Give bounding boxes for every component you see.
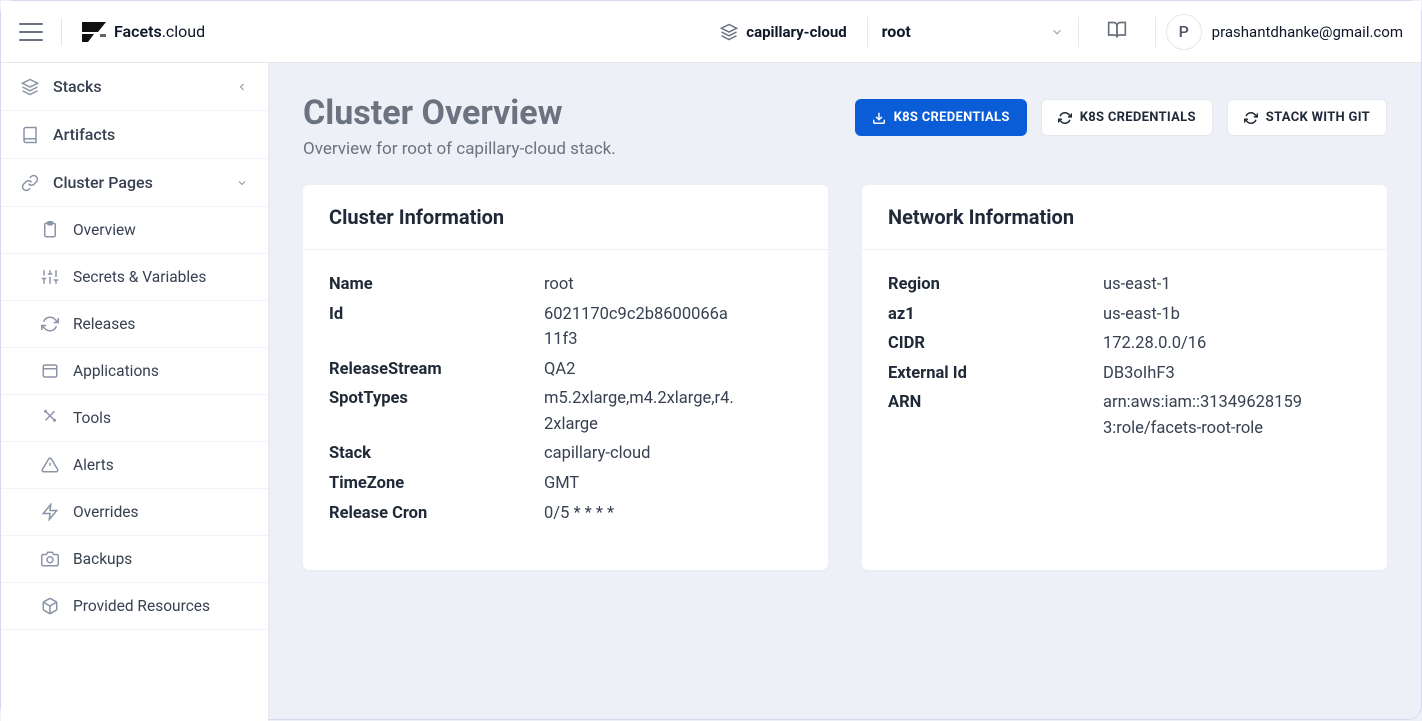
divider bbox=[1155, 17, 1156, 47]
k8s-credentials-refresh-button[interactable]: K8S CREDENTIALS bbox=[1041, 99, 1213, 136]
sidebar-item-releases[interactable]: Releases bbox=[1, 301, 268, 348]
sidebar-cluster-pages[interactable]: Cluster Pages bbox=[1, 159, 268, 207]
stack-with-git-button[interactable]: STACK WITH GIT bbox=[1227, 99, 1387, 136]
sidebar: Stacks Artifacts Cluster Pages Overview … bbox=[1, 63, 269, 721]
box-icon bbox=[41, 597, 59, 615]
button-label: K8S CREDENTIALS bbox=[1080, 110, 1196, 125]
logo-text-suffix: .cloud bbox=[162, 22, 205, 41]
sidebar-item-label: Overview bbox=[73, 221, 136, 239]
sidebar-item-label: Releases bbox=[73, 315, 135, 333]
refresh-icon bbox=[1244, 111, 1258, 125]
field-value: 0/5 * * * * bbox=[544, 501, 734, 527]
logo-text-brand: Facets bbox=[114, 22, 162, 41]
cluster-select-value: root bbox=[882, 22, 911, 41]
field-label: Region bbox=[888, 272, 1103, 298]
brand-logo[interactable]: Facets.cloud bbox=[80, 20, 205, 44]
layers-icon bbox=[21, 78, 39, 96]
avatar[interactable]: P bbox=[1166, 14, 1202, 50]
button-label: STACK WITH GIT bbox=[1266, 110, 1370, 125]
sidebar-item-secrets[interactable]: Secrets & Variables bbox=[1, 254, 268, 301]
field-label: TimeZone bbox=[329, 471, 544, 497]
link-icon bbox=[21, 174, 39, 192]
field-value: root bbox=[544, 272, 734, 298]
page-title: Cluster Overview bbox=[303, 93, 616, 133]
field-value: 172.28.0.0/16 bbox=[1103, 331, 1303, 357]
field-value: capillary-cloud bbox=[544, 441, 734, 467]
field-value: arn:aws:iam::313496281593:role/facets-ro… bbox=[1103, 390, 1303, 441]
sidebar-item-label: Provided Resources bbox=[73, 597, 210, 615]
field-label: ARN bbox=[888, 390, 1103, 441]
sidebar-item-provided[interactable]: Provided Resources bbox=[1, 583, 268, 630]
main-content: Cluster Overview Overview for root of ca… bbox=[269, 63, 1421, 721]
logo-icon bbox=[80, 20, 108, 44]
sidebar-item-label: Alerts bbox=[73, 456, 114, 474]
tools-icon bbox=[41, 409, 59, 427]
sidebar-item-label: Backups bbox=[73, 550, 132, 568]
sidebar-stacks-label: Stacks bbox=[53, 77, 102, 96]
sidebar-artifacts[interactable]: Artifacts bbox=[1, 111, 268, 159]
cluster-information-card: Cluster Information Nameroot Id6021170c9… bbox=[303, 185, 828, 570]
field-label: ReleaseStream bbox=[329, 357, 544, 383]
field-value: us-east-1b bbox=[1103, 302, 1303, 328]
network-information-card: Network Information Regionus-east-1 az1u… bbox=[862, 185, 1387, 570]
page-subtitle: Overview for root of capillary-cloud sta… bbox=[303, 139, 616, 159]
sidebar-item-overrides[interactable]: Overrides bbox=[1, 489, 268, 536]
divider bbox=[61, 18, 62, 46]
docs-icon[interactable] bbox=[1107, 20, 1127, 44]
alert-icon bbox=[41, 456, 59, 474]
zap-icon bbox=[41, 503, 59, 521]
chevron-down-icon bbox=[236, 177, 248, 189]
field-label: CIDR bbox=[888, 331, 1103, 357]
card-title: Cluster Information bbox=[303, 185, 828, 250]
field-label: Id bbox=[329, 302, 544, 353]
camera-icon bbox=[41, 550, 59, 568]
sidebar-item-tools[interactable]: Tools bbox=[1, 395, 268, 442]
refresh-icon bbox=[41, 315, 59, 333]
sidebar-item-alerts[interactable]: Alerts bbox=[1, 442, 268, 489]
sidebar-item-label: Tools bbox=[73, 409, 111, 427]
chevron-left-icon bbox=[236, 81, 248, 93]
sidebar-item-applications[interactable]: Applications bbox=[1, 348, 268, 395]
button-label: K8S CREDENTIALS bbox=[894, 110, 1010, 125]
stack-chip[interactable]: capillary-cloud bbox=[700, 23, 866, 41]
field-value: GMT bbox=[544, 471, 734, 497]
sidebar-stacks[interactable]: Stacks bbox=[1, 63, 268, 111]
sliders-icon bbox=[41, 268, 59, 286]
sidebar-item-label: Applications bbox=[73, 362, 159, 380]
clipboard-icon bbox=[41, 221, 59, 239]
field-value: m5.2xlarge,m4.2xlarge,r4.2xlarge bbox=[544, 386, 734, 437]
card-title: Network Information bbox=[862, 185, 1387, 250]
window-icon bbox=[41, 362, 59, 380]
k8s-credentials-download-button[interactable]: K8S CREDENTIALS bbox=[855, 99, 1027, 136]
hamburger-menu[interactable] bbox=[19, 23, 43, 41]
stack-name: capillary-cloud bbox=[746, 23, 846, 41]
sidebar-item-overview[interactable]: Overview bbox=[1, 207, 268, 254]
avatar-initial: P bbox=[1179, 22, 1189, 41]
sidebar-artifacts-label: Artifacts bbox=[53, 125, 115, 144]
field-label: External Id bbox=[888, 361, 1103, 387]
sidebar-item-backups[interactable]: Backups bbox=[1, 536, 268, 583]
field-value: 6021170c9c2b8600066a11f3 bbox=[544, 302, 734, 353]
field-label: Release Cron bbox=[329, 501, 544, 527]
sidebar-item-label: Overrides bbox=[73, 503, 139, 521]
field-label: az1 bbox=[888, 302, 1103, 328]
download-icon bbox=[872, 111, 886, 125]
cluster-select[interactable]: root bbox=[868, 22, 1078, 41]
sidebar-cluster-pages-label: Cluster Pages bbox=[53, 173, 153, 192]
field-value: QA2 bbox=[544, 357, 734, 383]
chevron-down-icon bbox=[1050, 25, 1064, 39]
divider bbox=[1078, 17, 1079, 47]
user-email: prashantdhanke@gmail.com bbox=[1212, 23, 1403, 41]
sidebar-item-label: Secrets & Variables bbox=[73, 268, 206, 286]
field-label: SpotTypes bbox=[329, 386, 544, 437]
refresh-icon bbox=[1058, 111, 1072, 125]
field-value: us-east-1 bbox=[1103, 272, 1303, 298]
field-label: Stack bbox=[329, 441, 544, 467]
book-icon bbox=[21, 126, 39, 144]
layers-icon bbox=[720, 23, 738, 41]
field-value: DB3oIhF3 bbox=[1103, 361, 1303, 387]
field-label: Name bbox=[329, 272, 544, 298]
